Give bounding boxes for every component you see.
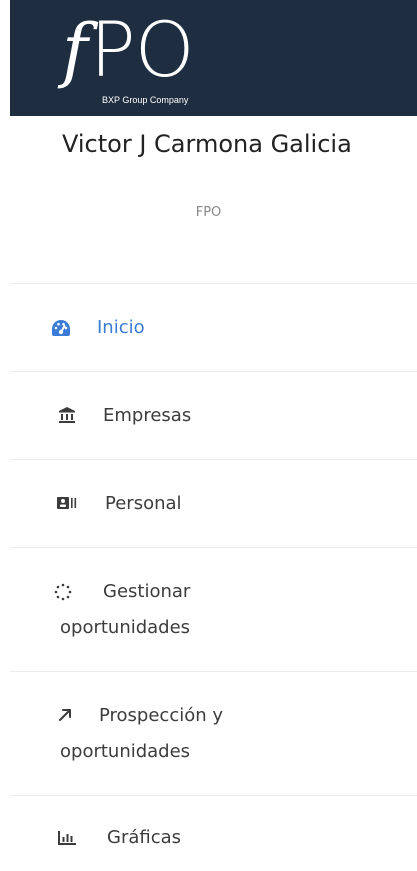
logo-f-letter: f xyxy=(62,9,88,91)
spinner-icon xyxy=(52,581,74,603)
id-card-icon xyxy=(56,492,78,514)
sidebar-item-personal[interactable]: Personal xyxy=(10,459,417,547)
sidebar-item-label-line2: oportunidades xyxy=(60,741,191,762)
bank-building-icon xyxy=(56,404,78,426)
user-company: FPO xyxy=(195,205,222,220)
logo-po-letters: PO xyxy=(89,5,195,94)
sidebar: f PO BXP Group Company Victor J Carmona … xyxy=(0,0,417,871)
sidebar-item-label-line1: Gestionar xyxy=(103,581,191,602)
sidebar-item-graficas[interactable]: Gráficas xyxy=(10,795,417,871)
sidebar-nav: Inicio Empresas Personal Gestionar oport… xyxy=(10,283,417,871)
dashboard-gauge-icon xyxy=(50,317,72,339)
sidebar-item-label: Empresas xyxy=(103,405,192,426)
user-name: Victor J Carmona Galicia xyxy=(62,130,352,158)
sidebar-item-label-line2: oportunidades xyxy=(60,617,191,638)
brand-header[interactable]: f PO BXP Group Company xyxy=(10,0,417,116)
sidebar-item-label: Inicio xyxy=(97,317,145,338)
arrow-up-right-icon xyxy=(54,704,76,726)
bar-chart-icon xyxy=(56,827,78,849)
sidebar-item-gestionar-oportunidades[interactable]: Gestionar oportunidades xyxy=(10,547,417,671)
sidebar-item-label: Gráficas xyxy=(107,827,182,848)
sidebar-item-prospeccion-oportunidades[interactable]: Prospección y oportunidades xyxy=(10,671,417,795)
logo-tagline: BXP Group Company xyxy=(102,95,189,105)
sidebar-item-inicio[interactable]: Inicio xyxy=(10,283,417,371)
sidebar-item-label: Personal xyxy=(105,493,182,514)
sidebar-item-empresas[interactable]: Empresas xyxy=(10,371,417,459)
sidebar-item-label-line1: Prospección y xyxy=(99,705,224,726)
fpo-logo: f PO xyxy=(62,6,262,94)
